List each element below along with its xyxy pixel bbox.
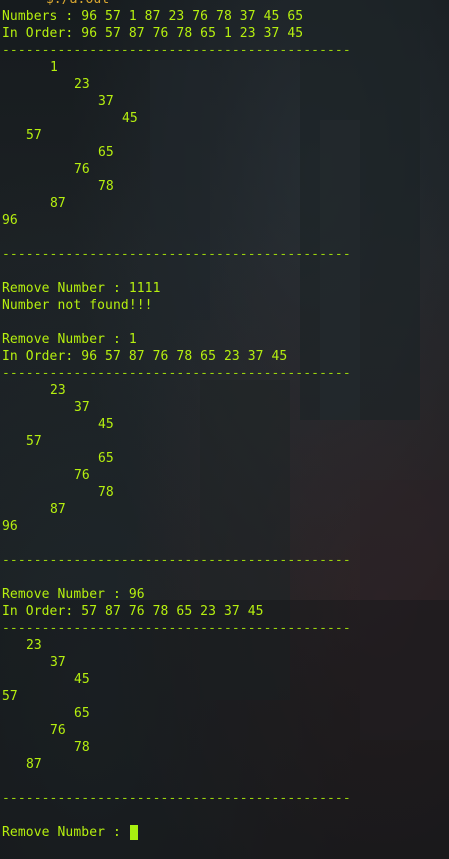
- tree-node: 37: [50, 655, 66, 670]
- tree-node: 78: [74, 740, 90, 755]
- inorder-line: In Order: 96 57 87 76 78 65 23 37 45: [2, 349, 288, 364]
- tree-node: 65: [98, 145, 114, 160]
- tree-node: 76: [50, 723, 66, 738]
- tree-node: 87: [50, 196, 66, 211]
- tree-node: 1: [50, 60, 58, 75]
- remove-input-prompt[interactable]: Remove Number :: [2, 824, 129, 841]
- tree-node: 96: [2, 213, 18, 228]
- remove-line: Remove Number : 1111: [2, 281, 161, 296]
- separator-line: ----------------------------------------…: [2, 43, 351, 58]
- tree-node: 23: [26, 638, 42, 653]
- tree-node: 57: [26, 434, 42, 449]
- tree-node: 45: [122, 111, 138, 126]
- tree-node: 96: [2, 519, 18, 534]
- tree-node: 37: [74, 400, 90, 415]
- tree-node: 87: [26, 757, 42, 772]
- tree-node: 23: [50, 383, 66, 398]
- separator-line: ----------------------------------------…: [2, 621, 351, 636]
- text-cursor[interactable]: [130, 825, 138, 840]
- separator-line: ----------------------------------------…: [2, 791, 351, 806]
- tree-node: 37: [98, 94, 114, 109]
- tree-node: 65: [74, 706, 90, 721]
- terminal-window[interactable]: ─ $./a.out Numbers : 96 57 1 87 23 76 78…: [0, 0, 449, 859]
- tree-node: 87: [50, 502, 66, 517]
- tree-node: 76: [74, 162, 90, 177]
- remove-line: Remove Number : 96: [2, 587, 145, 602]
- tree-node: 45: [74, 672, 90, 687]
- tree-node: 23: [74, 77, 90, 92]
- inorder-line: In Order: 96 57 87 76 78 65 1 23 37 45: [2, 26, 304, 41]
- separator-line: ----------------------------------------…: [2, 247, 351, 262]
- separator-line: ----------------------------------------…: [2, 366, 351, 381]
- tree-node: 45: [98, 417, 114, 432]
- inorder-line: In Order: 57 87 76 78 65 23 37 45: [2, 604, 264, 619]
- tree-node: 76: [74, 468, 90, 483]
- separator-line: ----------------------------------------…: [2, 553, 351, 568]
- tree-node: 78: [98, 485, 114, 500]
- tree-node: 57: [26, 128, 42, 143]
- remove-line: Remove Number : 1: [2, 332, 137, 347]
- tree-node: 65: [98, 451, 114, 466]
- shell-prompt-line: ─ $./a.out: [30, 0, 109, 8]
- numbers-line: Numbers : 96 57 1 87 23 76 78 37 45 65: [2, 9, 304, 24]
- tree-node: 57: [2, 689, 18, 704]
- tree-node: 78: [98, 179, 114, 194]
- not-found-message: Number not found!!!: [2, 298, 153, 313]
